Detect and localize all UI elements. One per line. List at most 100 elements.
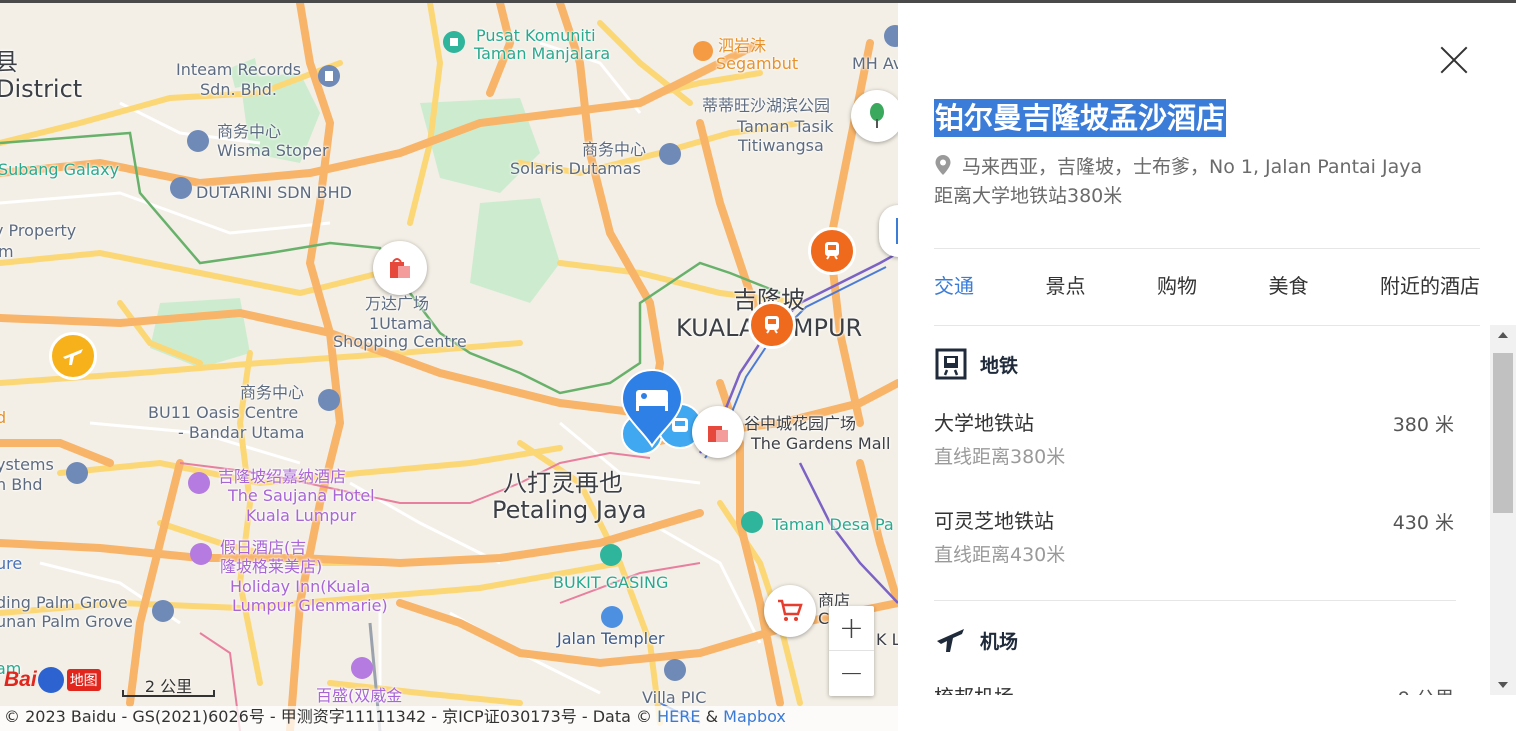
hotel-address: 马来西亚，吉隆坡，士布爹，No 1, Jalan Pantai Jaya <box>962 156 1423 178</box>
office-poi-icon[interactable] <box>664 659 686 681</box>
map-label-palm1: ding Palm Grove <box>0 593 128 612</box>
station-name: 大学地铁站 <box>934 411 1034 435</box>
map-label-holiday-cn2: 隆坡格莱美店) <box>220 557 323 576</box>
map-label-wanda-en1: 1Utama <box>369 314 433 333</box>
map-label-biz-solaris-en: Solaris Dutamas <box>510 159 641 178</box>
shopping-small-poi-icon[interactable] <box>351 657 373 679</box>
map-label-biz-wisma-cn: 商务中心 <box>217 122 282 141</box>
tab-food[interactable]: 美食 <box>1269 271 1309 303</box>
tab-nearby-hotels[interactable]: 附近的酒店 <box>1380 271 1480 303</box>
office-poi-icon[interactable] <box>66 462 88 484</box>
map-label-biz-bu11-en2: - Bandar Utama <box>178 423 305 442</box>
map-label-baisheng: 百盛(双威金 <box>316 686 403 705</box>
baidu-map-logo[interactable]: Bai 地图 <box>4 660 101 700</box>
logo-map-text: 地图 <box>66 669 101 691</box>
list-item[interactable]: 大学地铁站 直线距离380米 380 米 <box>934 409 1456 471</box>
attribution-text: © 2023 Baidu - GS(2021)6026号 - 甲测资字11111… <box>4 707 653 726</box>
bus-stop-poi-icon[interactable] <box>601 606 623 628</box>
map-label-biz-solaris-cn: 商务中心 <box>582 140 647 159</box>
hotel-poi-icon[interactable] <box>190 543 212 565</box>
zoom-control: + − <box>829 606 874 696</box>
list-item[interactable]: 可灵芝地铁站 直线距离430米 430 米 <box>934 507 1456 569</box>
attribution-amp: & <box>705 707 719 726</box>
map-label-saujana-en2: Kuala Lumpur <box>246 506 357 525</box>
airport-name: 梳邦机场 <box>934 683 1456 695</box>
metro-station-poi-icon[interactable] <box>808 227 856 275</box>
office-poi-icon[interactable] <box>152 600 174 622</box>
scroll-down-icon[interactable] <box>1490 675 1516 695</box>
hotel-location-pin[interactable] <box>620 368 684 452</box>
office-poi-icon[interactable] <box>170 177 192 199</box>
map-label-dutarini: DUTARINI SDN BHD <box>196 183 352 202</box>
map-label-inteam2: Sdn. Bhd. <box>200 80 277 99</box>
map-label-pusat: Pusat Komuniti <box>476 26 596 45</box>
park-poi-icon[interactable] <box>851 90 898 142</box>
map-label-systems: ystems <box>0 455 54 474</box>
hotel-address-block: 马来西亚，吉隆坡，士布爹，No 1, Jalan Pantai Jaya 距离大… <box>934 153 1494 211</box>
map-label-bhd: n Bhd <box>0 475 43 494</box>
zoom-in-button[interactable]: + <box>829 606 874 651</box>
map-label-segambut-cn: 泗岩沬 <box>718 36 767 55</box>
map-label-segambut-en: Segambut <box>716 54 799 73</box>
tab-shopping[interactable]: 购物 <box>1157 271 1197 303</box>
scroll-up-icon[interactable] <box>1490 325 1516 345</box>
station-name: 可灵芝地铁站 <box>934 509 1054 533</box>
hotel-poi-icon[interactable] <box>188 472 210 494</box>
paw-icon <box>37 667 64 693</box>
map-label-holiday-en2: Lumpur Glenmarie) <box>232 596 388 615</box>
map-label-titi-cn: 蒂蒂旺沙湖滨公园 <box>702 96 831 115</box>
map-label-saujana-cn: 吉隆坡绍嘉纳酒店 <box>218 467 347 486</box>
airport-poi-icon[interactable] <box>49 332 97 380</box>
logo-text: Bai <box>4 668 37 691</box>
transport-list[interactable]: 地铁 大学地铁站 直线距离380米 380 米 可灵芝地铁站 直线距离430米 … <box>934 325 1480 695</box>
office-poi-icon[interactable] <box>318 389 340 411</box>
mapbox-link[interactable]: Mapbox <box>723 707 786 726</box>
map-label-titi-en2: Titiwangsa <box>738 136 824 155</box>
tab-attractions[interactable]: 景点 <box>1046 271 1086 303</box>
scale-bar <box>122 690 215 697</box>
landmark-poi-icon[interactable] <box>879 205 898 257</box>
office-poi-icon[interactable] <box>659 143 681 165</box>
shopping-poi-icon[interactable] <box>692 406 744 458</box>
supermarket-poi-icon[interactable] <box>764 585 816 637</box>
scrollbar[interactable] <box>1490 325 1516 695</box>
map-label-gardens-en: The Gardens Mall <box>751 434 891 453</box>
map-label-district-cn: 县 <box>0 48 18 76</box>
zoom-out-button[interactable]: − <box>829 651 874 696</box>
park-small-poi-icon[interactable] <box>741 511 763 533</box>
office-poi-icon[interactable] <box>318 65 340 87</box>
map-label-templer: Jalan Templer <box>557 629 665 648</box>
nearby-tabs: 交通 景点 购物 美食 附近的酒店 <box>934 271 1480 303</box>
list-item[interactable]: 梳邦机场 9 公里 <box>934 683 1456 695</box>
airplane-icon <box>934 623 968 657</box>
tab-transport[interactable]: 交通 <box>934 271 974 303</box>
here-link[interactable]: HERE <box>657 707 700 726</box>
scrollbar-thumb[interactable] <box>1493 353 1513 513</box>
map-label-property: y Property <box>0 221 77 240</box>
map-label-desa: Taman Desa Pa <box>772 515 894 534</box>
metro-icon <box>934 347 968 381</box>
map-label-biz-bu11-cn: 商务中心 <box>240 383 305 402</box>
metro-section-title: 地铁 <box>980 354 1019 377</box>
divider <box>934 248 1480 249</box>
station-distance: 380 米 <box>1392 414 1454 436</box>
map-label-wanda-en2: Shopping Centre <box>333 332 467 351</box>
map-attribution: © 2023 Baidu - GS(2021)6026号 - 甲测资字11111… <box>0 706 898 731</box>
map-label-palm2: unan Palm Grove <box>0 612 133 631</box>
map-label-inteam: Inteam Records <box>176 60 302 79</box>
office-poi-icon[interactable] <box>187 130 209 152</box>
close-icon[interactable] <box>1438 44 1470 76</box>
metro-station-poi-icon[interactable] <box>748 301 796 349</box>
map-label-subang: Subang Galaxy <box>0 160 120 179</box>
community-poi-icon[interactable] <box>443 31 465 53</box>
map-label-saujana-en1: The Saujana Hotel <box>228 486 375 505</box>
park-small-poi-icon[interactable] <box>600 544 622 566</box>
station-poi-icon[interactable] <box>693 41 713 61</box>
map-view[interactable]: 县 District Inteam Records Sdn. Bhd. Pusa… <box>0 3 898 731</box>
airport-distance: 9 公里 <box>1398 685 1454 695</box>
map-label-mhav: MH Av <box>852 54 898 73</box>
shopping-poi-icon[interactable] <box>373 241 427 295</box>
map-scale: 2 公里 <box>122 673 215 697</box>
hotel-title: 铂尔曼吉隆坡孟沙酒店 <box>934 99 1227 137</box>
map-label-m: m <box>0 242 14 261</box>
